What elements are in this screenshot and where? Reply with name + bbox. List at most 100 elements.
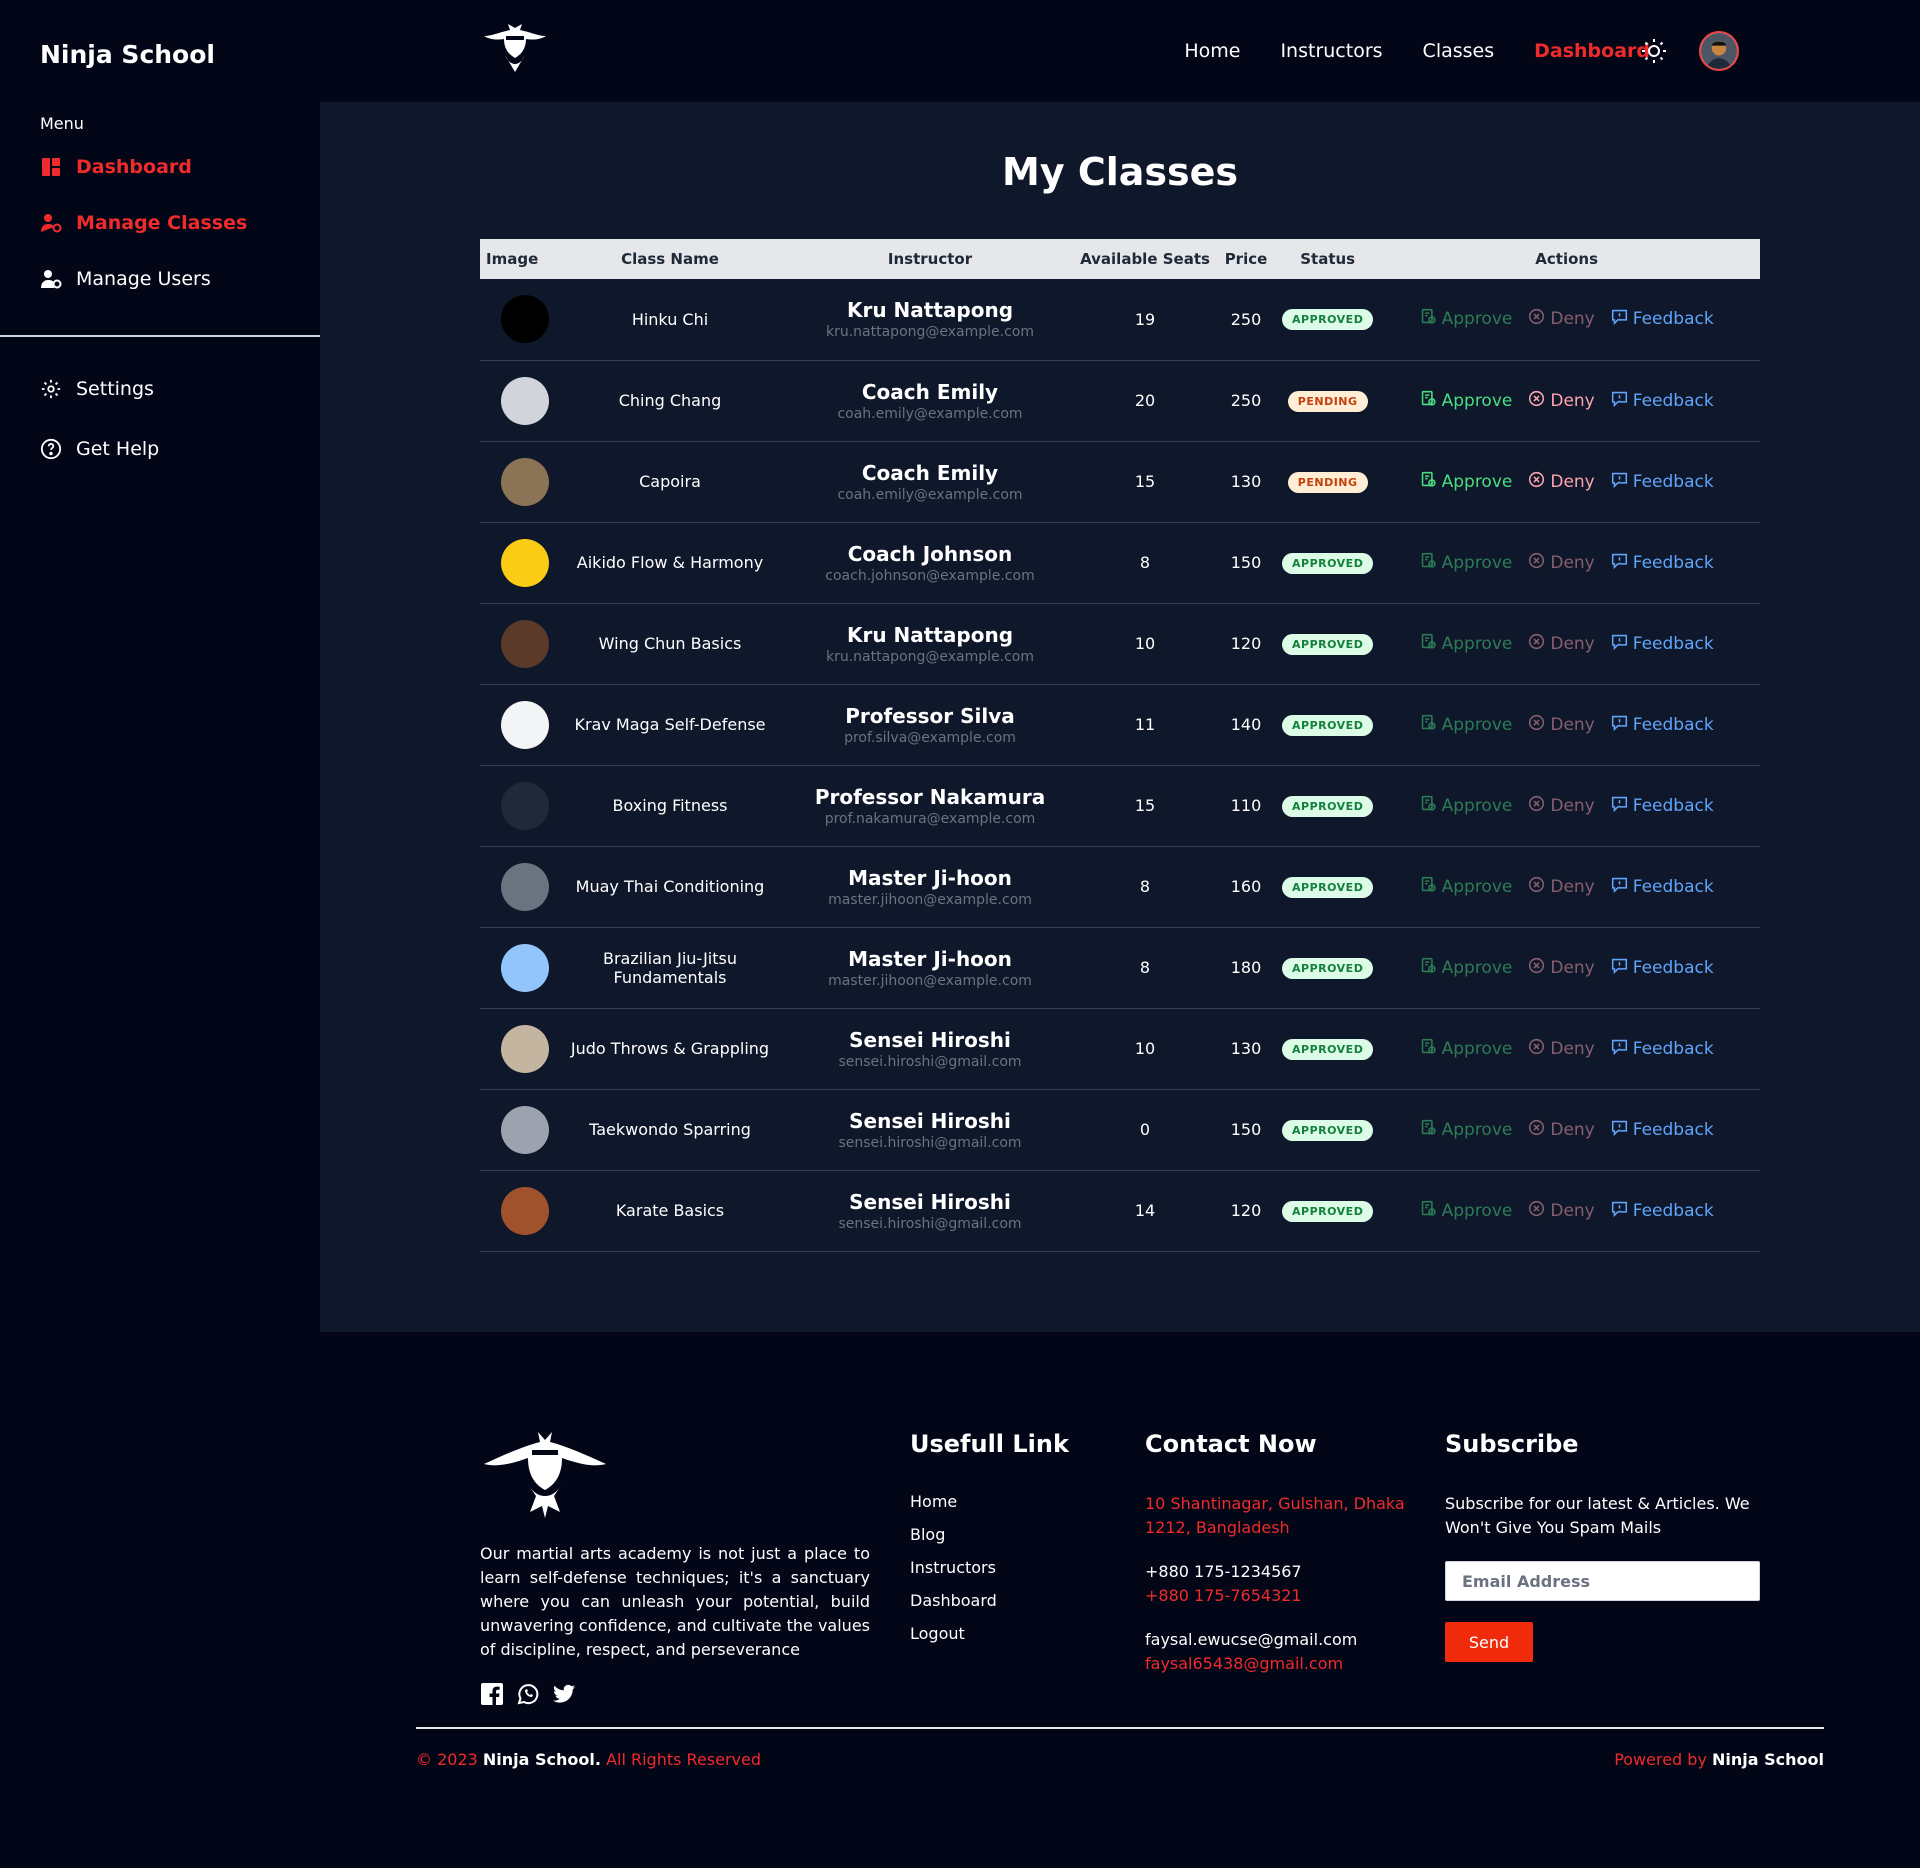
deny-icon: [1528, 633, 1545, 655]
approve-icon: [1420, 876, 1437, 898]
column-header: Image: [486, 250, 539, 268]
deny-button[interactable]: Deny: [1528, 308, 1595, 330]
nav-link-classes[interactable]: Classes: [1423, 40, 1495, 62]
instructor-cell: Professor Nakamura prof.nakamura@example…: [780, 765, 1080, 846]
deny-button[interactable]: Deny: [1528, 1200, 1595, 1222]
approve-button[interactable]: Approve: [1420, 1200, 1512, 1222]
deny-button[interactable]: Deny: [1528, 1038, 1595, 1060]
feedback-label: Feedback: [1632, 1200, 1714, 1221]
deny-button[interactable]: Deny: [1528, 633, 1595, 655]
footer-link-home[interactable]: Home: [910, 1492, 997, 1511]
deny-button[interactable]: Deny: [1528, 1119, 1595, 1141]
instructor-name: Coach Emily: [861, 379, 999, 404]
sidebar-brand[interactable]: Ninja School: [40, 40, 215, 69]
feedback-button[interactable]: Feedback: [1611, 1200, 1714, 1222]
contact-phone-secondary[interactable]: +880 175-7654321: [1145, 1584, 1415, 1608]
user-avatar[interactable]: [1699, 31, 1739, 71]
deny-button[interactable]: Deny: [1528, 795, 1595, 817]
instructor-name: Coach Emily: [861, 460, 999, 485]
sidebar-item-label: Manage Classes: [76, 212, 248, 234]
feedback-icon: [1611, 795, 1628, 817]
sun-icon[interactable]: [1640, 37, 1668, 65]
approve-button[interactable]: Approve: [1420, 390, 1512, 412]
approve-button[interactable]: Approve: [1420, 957, 1512, 979]
instructor-email: master.jihoon@example.com: [828, 972, 1032, 989]
deny-button[interactable]: Deny: [1528, 552, 1595, 574]
nav-link-instructors[interactable]: Instructors: [1280, 40, 1382, 62]
ninja-logo-icon[interactable]: [480, 22, 550, 78]
approve-button[interactable]: Approve: [1420, 552, 1512, 574]
deny-icon: [1528, 1119, 1545, 1141]
feedback-button[interactable]: Feedback: [1611, 1119, 1714, 1141]
deny-button[interactable]: Deny: [1528, 714, 1595, 736]
class-name: Karate Basics: [615, 1201, 725, 1220]
deny-button[interactable]: Deny: [1528, 957, 1595, 979]
feedback-icon: [1611, 390, 1628, 412]
contact-email-secondary[interactable]: faysal65438@gmail.com: [1145, 1652, 1415, 1676]
approve-button[interactable]: Approve: [1420, 471, 1512, 493]
subscribe-email-input[interactable]: [1445, 1561, 1760, 1601]
status-badge: APPROVED: [1282, 1119, 1374, 1141]
contact-phone-primary[interactable]: +880 175-1234567: [1145, 1560, 1415, 1584]
feedback-button[interactable]: Feedback: [1611, 795, 1714, 817]
nav-link-dashboard[interactable]: Dashboard: [1534, 40, 1650, 62]
powered-prefix: Powered by: [1614, 1750, 1707, 1769]
feedback-button[interactable]: Feedback: [1611, 390, 1714, 412]
instructor-name: Master Ji-hoon: [848, 865, 1012, 890]
twitter-icon[interactable]: [552, 1682, 576, 1706]
menu-label: Menu: [40, 114, 84, 133]
footer-link-blog[interactable]: Blog: [910, 1525, 997, 1544]
class-thumbnail: [500, 619, 549, 668]
deny-button[interactable]: Deny: [1528, 471, 1595, 493]
deny-icon: [1528, 1200, 1545, 1222]
feedback-button[interactable]: Feedback: [1611, 876, 1714, 898]
deny-label: Deny: [1550, 714, 1595, 735]
sidebar-item-settings[interactable]: Settings: [40, 378, 154, 400]
table-row: Judo Throws & Grappling Sensei Hiroshi s…: [480, 1008, 1760, 1089]
footer-link-instructors[interactable]: Instructors: [910, 1558, 997, 1577]
status-badge: APPROVED: [1282, 876, 1374, 898]
feedback-button[interactable]: Feedback: [1611, 1038, 1714, 1060]
sidebar-item-dashboard[interactable]: Dashboard: [40, 156, 192, 178]
available-seats: 14: [1134, 1201, 1156, 1220]
instructor-email: sensei.hiroshi@gmail.com: [838, 1053, 1022, 1070]
approve-button[interactable]: Approve: [1420, 714, 1512, 736]
instructor-cell: Master Ji-hoon master.jihoon@example.com: [780, 927, 1080, 1008]
instructor-cell: Professor Silva prof.silva@example.com: [780, 684, 1080, 765]
deny-button[interactable]: Deny: [1528, 390, 1595, 412]
feedback-button[interactable]: Feedback: [1611, 714, 1714, 736]
feedback-button[interactable]: Feedback: [1611, 957, 1714, 979]
feedback-button[interactable]: Feedback: [1611, 633, 1714, 655]
facebook-icon[interactable]: [480, 1682, 504, 1706]
class-thumbnail: [500, 943, 549, 992]
approve-button[interactable]: Approve: [1420, 876, 1512, 898]
feedback-button[interactable]: Feedback: [1611, 552, 1714, 574]
approve-button[interactable]: Approve: [1420, 633, 1512, 655]
sidebar-item-manage-classes[interactable]: Manage Classes: [40, 212, 247, 234]
footer-link-dashboard[interactable]: Dashboard: [910, 1591, 997, 1610]
instructor-name: Master Ji-hoon: [848, 946, 1012, 971]
instructor-cell: Sensei Hiroshi sensei.hiroshi@gmail.com: [780, 1089, 1080, 1170]
deny-button[interactable]: Deny: [1528, 876, 1595, 898]
feedback-button[interactable]: Feedback: [1611, 308, 1714, 330]
price: 150: [1230, 553, 1262, 572]
approve-button[interactable]: Approve: [1420, 1038, 1512, 1060]
send-button[interactable]: Send: [1445, 1622, 1533, 1662]
top-navbar: Home Instructors Classes Dashboard: [320, 0, 1920, 102]
status-cell: APPROVED: [1282, 1008, 1374, 1089]
whatsapp-icon[interactable]: [516, 1682, 540, 1706]
contact-email-primary[interactable]: faysal.ewucse@gmail.com: [1145, 1628, 1415, 1652]
sidebar-item-get-help[interactable]: Get Help: [40, 438, 159, 460]
approve-button[interactable]: Approve: [1420, 1119, 1512, 1141]
approve-button[interactable]: Approve: [1420, 308, 1512, 330]
feedback-button[interactable]: Feedback: [1611, 471, 1714, 493]
sidebar-item-manage-users[interactable]: Manage Users: [40, 268, 211, 290]
nav-link-home[interactable]: Home: [1184, 40, 1240, 62]
deny-icon: [1528, 552, 1545, 574]
instructor-name: Sensei Hiroshi: [849, 1027, 1011, 1052]
approve-button[interactable]: Approve: [1420, 795, 1512, 817]
footer-link-logout[interactable]: Logout: [910, 1624, 997, 1643]
instructor-email: prof.nakamura@example.com: [824, 810, 1036, 827]
deny-label: Deny: [1550, 876, 1595, 897]
status-cell: APPROVED: [1282, 279, 1374, 360]
